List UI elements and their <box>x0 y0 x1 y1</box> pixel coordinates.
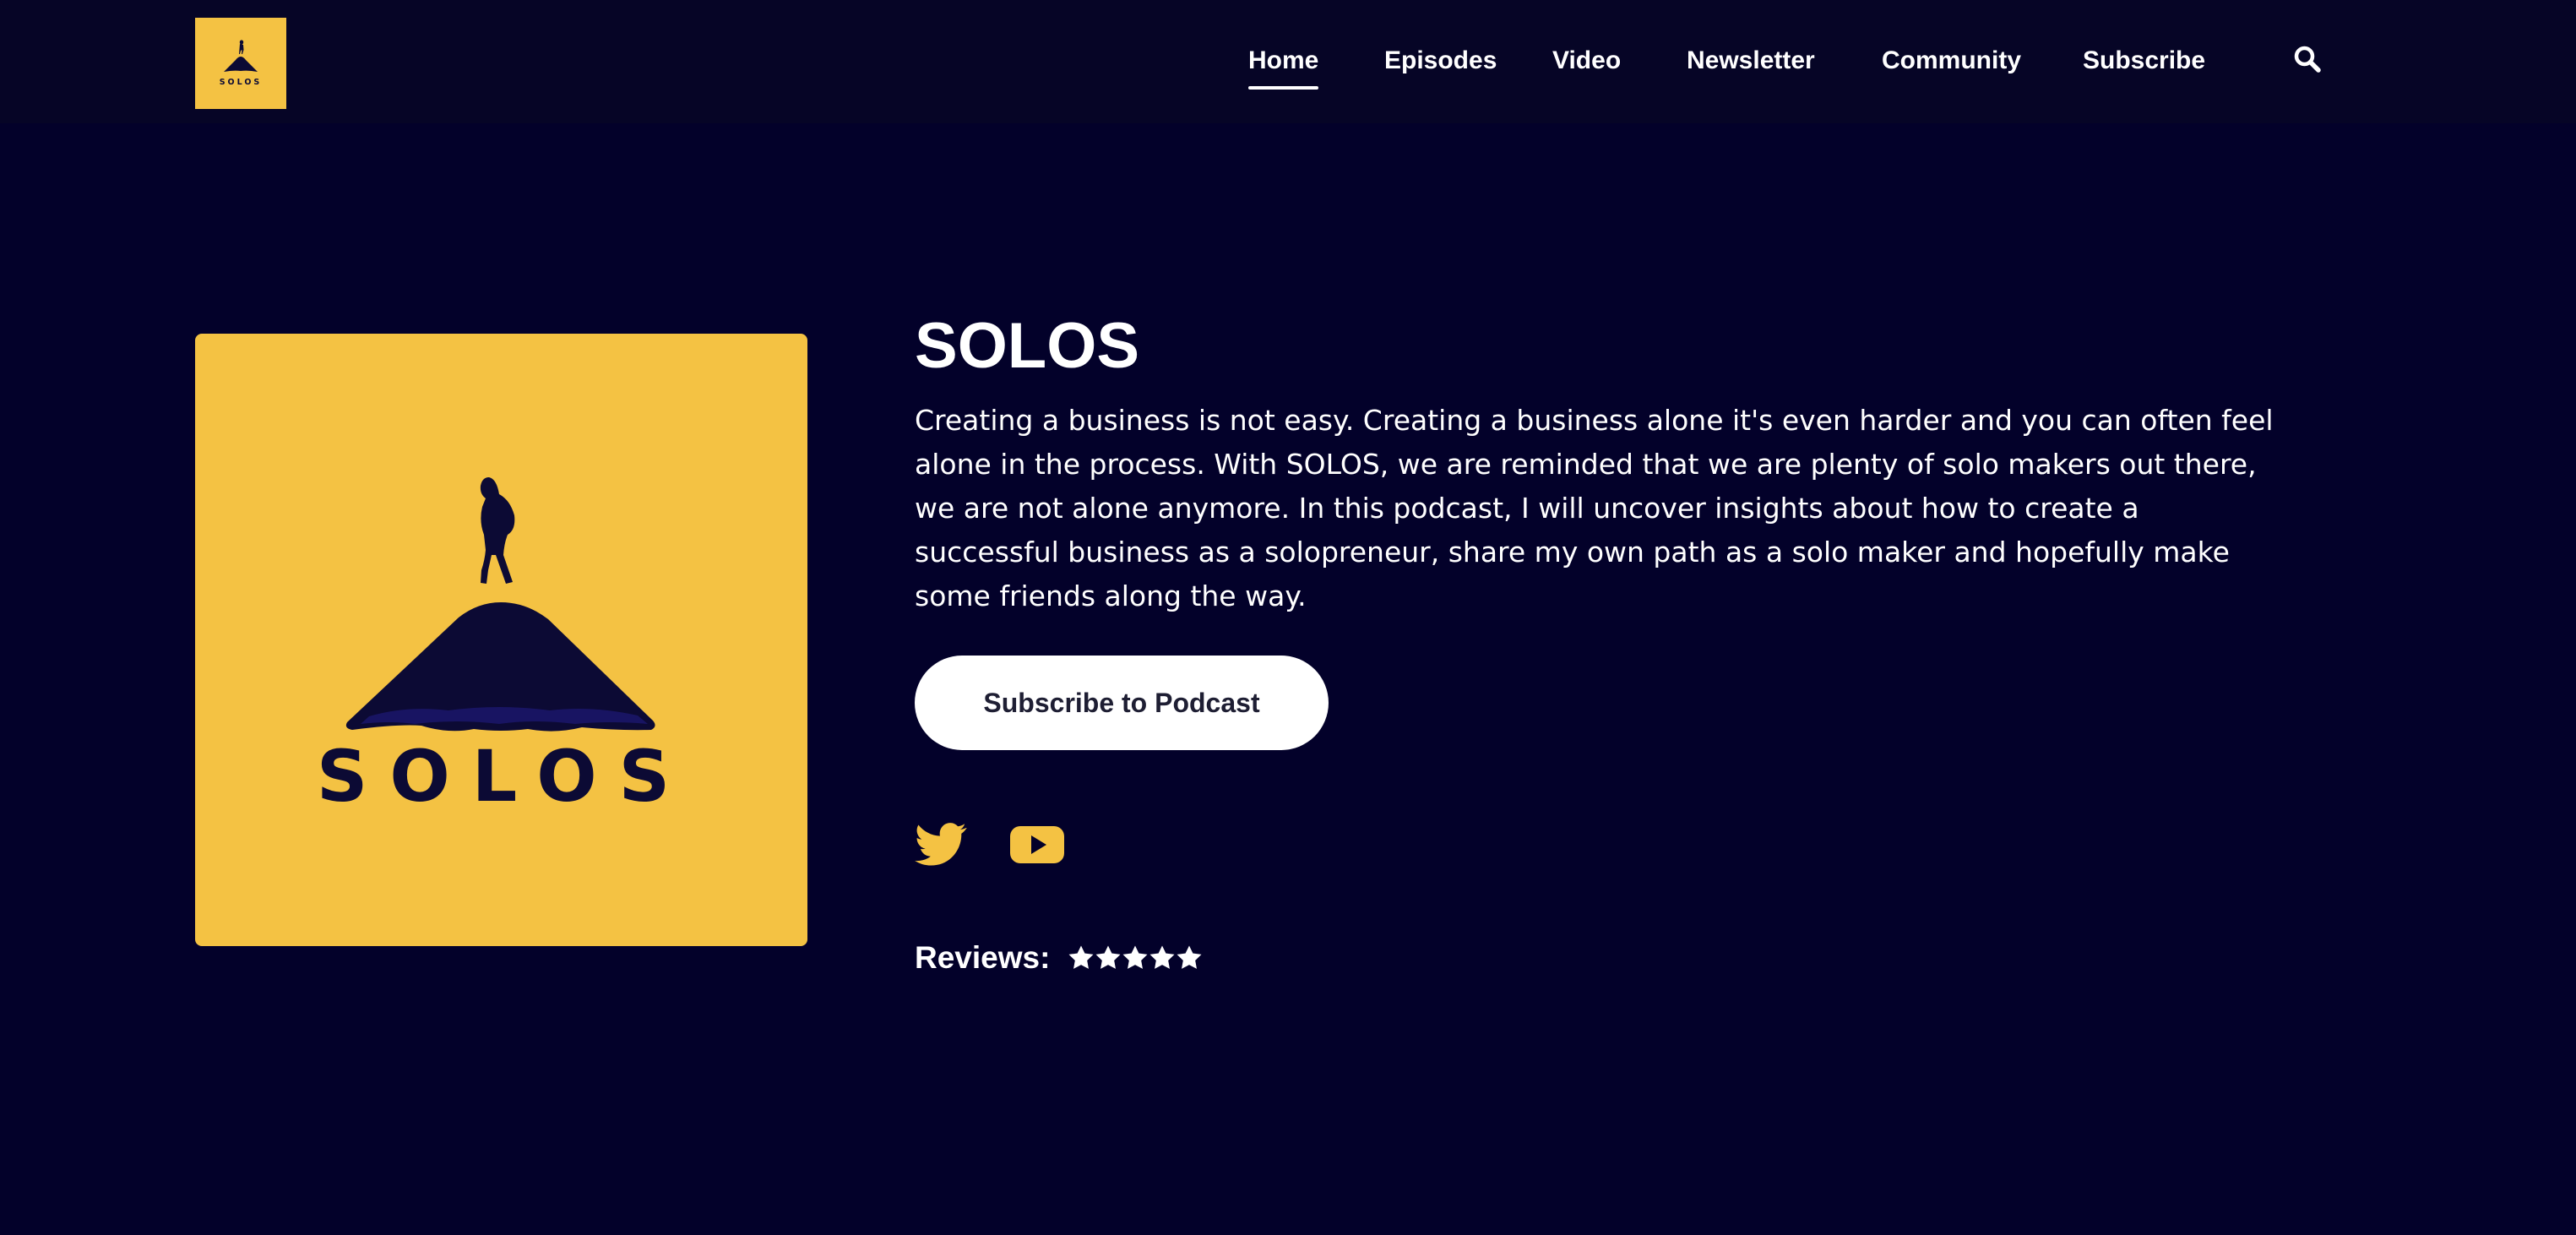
podcast-cover-art: SOLOS <box>195 334 807 946</box>
twitter-link[interactable] <box>915 821 967 868</box>
logo-link[interactable]: SOLOS <box>195 18 286 109</box>
nav-community[interactable]: Community <box>1882 44 2021 78</box>
star-icon <box>1122 945 1148 969</box>
star-icon <box>1068 945 1094 969</box>
site-header: SOLOS Home Episodes Video Newsletter Com… <box>0 0 2576 123</box>
solos-logo-icon: SOLOS <box>220 40 263 87</box>
star-icon <box>1149 945 1175 969</box>
nav-home[interactable]: Home <box>1248 44 1319 90</box>
logo-wordmark: SOLOS <box>220 78 263 87</box>
search-icon <box>2294 46 2321 73</box>
youtube-link[interactable] <box>1008 821 1066 868</box>
youtube-icon <box>1010 826 1064 863</box>
cover-wordmark: SOLOS <box>317 735 692 818</box>
star-icon <box>1095 945 1121 969</box>
reviews: Reviews: <box>915 938 1202 978</box>
podcast-title: SOLOS <box>915 310 1140 382</box>
rating-stars <box>1068 945 1202 971</box>
nav-video[interactable]: Video <box>1552 44 1621 78</box>
twitter-icon <box>915 823 967 866</box>
nav-episodes[interactable]: Episodes <box>1384 44 1497 78</box>
nav-subscribe[interactable]: Subscribe <box>2083 44 2205 78</box>
star-icon <box>1177 945 1202 969</box>
search-button[interactable] <box>2292 44 2326 78</box>
nav-newsletter[interactable]: Newsletter <box>1687 44 1815 78</box>
solos-cover-illustration: SOLOS <box>317 477 692 818</box>
subscribe-to-podcast-button[interactable]: Subscribe to Podcast <box>915 656 1329 750</box>
reviews-label: Reviews: <box>915 940 1051 975</box>
podcast-description: Creating a business is not easy. Creatin… <box>915 404 2274 612</box>
